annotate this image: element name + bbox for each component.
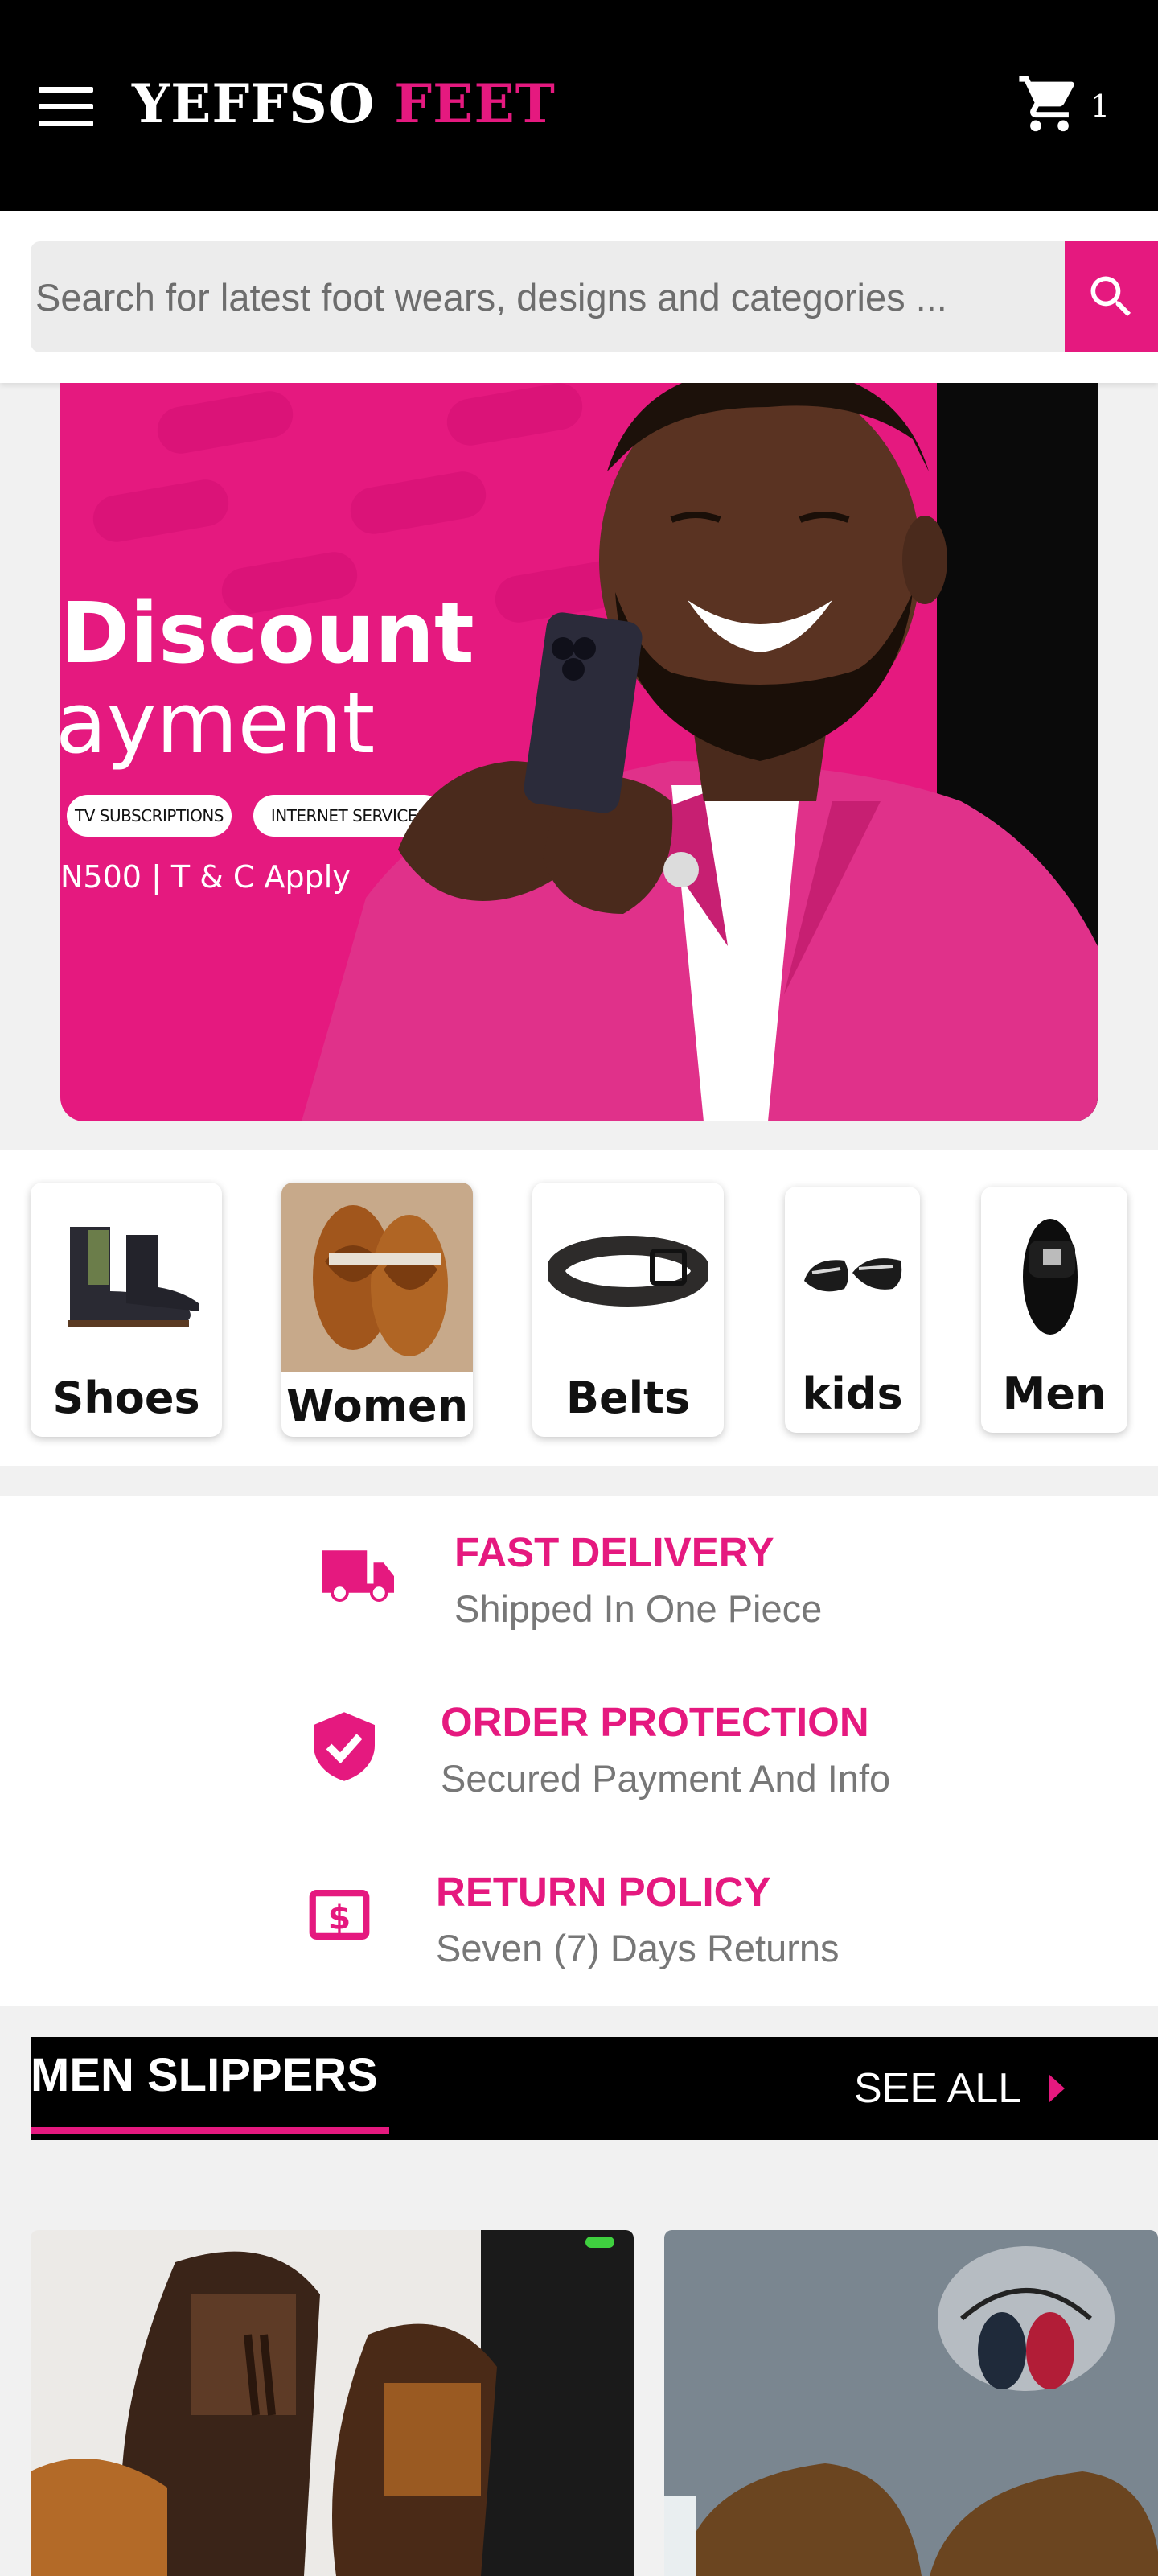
top-header: YEFFSO FEET 1 <box>0 0 1158 211</box>
feature-title: ORDER PROTECTION <box>441 1699 869 1745</box>
category-label-kids: kids <box>802 1368 903 1419</box>
sandal-icon <box>281 1183 473 1372</box>
cart-count-badge: 1 <box>1090 88 1111 124</box>
belt-icon <box>532 1183 724 1360</box>
svg-text:$: $ <box>328 1898 351 1936</box>
section-header-men-slippers: MEN SLIPPERS SEE ALL <box>31 2037 1158 2140</box>
slipper-icon <box>981 1187 1127 1359</box>
brand-name-accent: FEET <box>394 72 556 135</box>
truck-icon <box>322 1549 394 1610</box>
category-belts[interactable]: Belts <box>532 1183 724 1437</box>
category-strip: Shoes Women Belts kids Men <box>0 1150 1158 1466</box>
cart-icon <box>1019 76 1074 132</box>
see-all-label: SEE ALL <box>854 2065 1022 2112</box>
category-label-men: Men <box>1002 1368 1107 1419</box>
feature-title: FAST DELIVERY <box>454 1529 774 1575</box>
promo-banner[interactable]: Discount ayment TV SUBSCRIPTIONS INTERNE… <box>60 383 1098 1121</box>
features-section: FAST DELIVERY Shipped In One Piece ORDER… <box>0 1496 1158 2006</box>
search-icon <box>1090 276 1131 317</box>
category-label-shoes: Shoes <box>52 1372 200 1423</box>
money-icon: $ <box>309 1889 370 1944</box>
brand-name: YEFFSO <box>132 72 376 135</box>
feature-subtitle: Secured Payment And Info <box>441 1757 891 1800</box>
product-card[interactable] <box>664 2230 1158 2576</box>
feature-title: RETURN POLICY <box>436 1869 771 1915</box>
feature-subtitle: Seven (7) Days Returns <box>436 1927 840 1969</box>
category-label-belts: Belts <box>565 1372 691 1423</box>
section-title-underline <box>31 2127 389 2134</box>
category-women[interactable]: Women <box>281 1183 473 1437</box>
brand-logo[interactable]: YEFFSO FEET <box>132 72 556 135</box>
product-card[interactable] <box>31 2230 634 2576</box>
category-kids[interactable]: kids <box>785 1187 920 1433</box>
feature-subtitle: Shipped In One Piece <box>454 1587 823 1630</box>
search-input[interactable] <box>31 241 1065 352</box>
search-bar <box>0 211 1158 383</box>
banner-person-image <box>302 383 1098 1121</box>
category-men[interactable]: Men <box>981 1187 1127 1433</box>
category-label-women: Women <box>285 1381 469 1431</box>
category-shoes[interactable]: Shoes <box>31 1183 222 1437</box>
see-all-link[interactable]: SEE ALL <box>854 2048 1066 2129</box>
search-button[interactable] <box>1065 241 1158 352</box>
chelsea-boot-icon <box>31 1183 222 1360</box>
hamburger-menu-icon[interactable] <box>39 87 93 127</box>
caret-right-icon <box>1049 2074 1066 2103</box>
product-image <box>664 2230 1158 2576</box>
shield-check-icon <box>314 1712 375 1785</box>
cart-button[interactable]: 1 <box>1015 71 1111 143</box>
kids-sandal-icon <box>785 1187 920 1359</box>
section-title: MEN SLIPPERS <box>31 2049 378 2101</box>
product-image <box>31 2230 634 2576</box>
